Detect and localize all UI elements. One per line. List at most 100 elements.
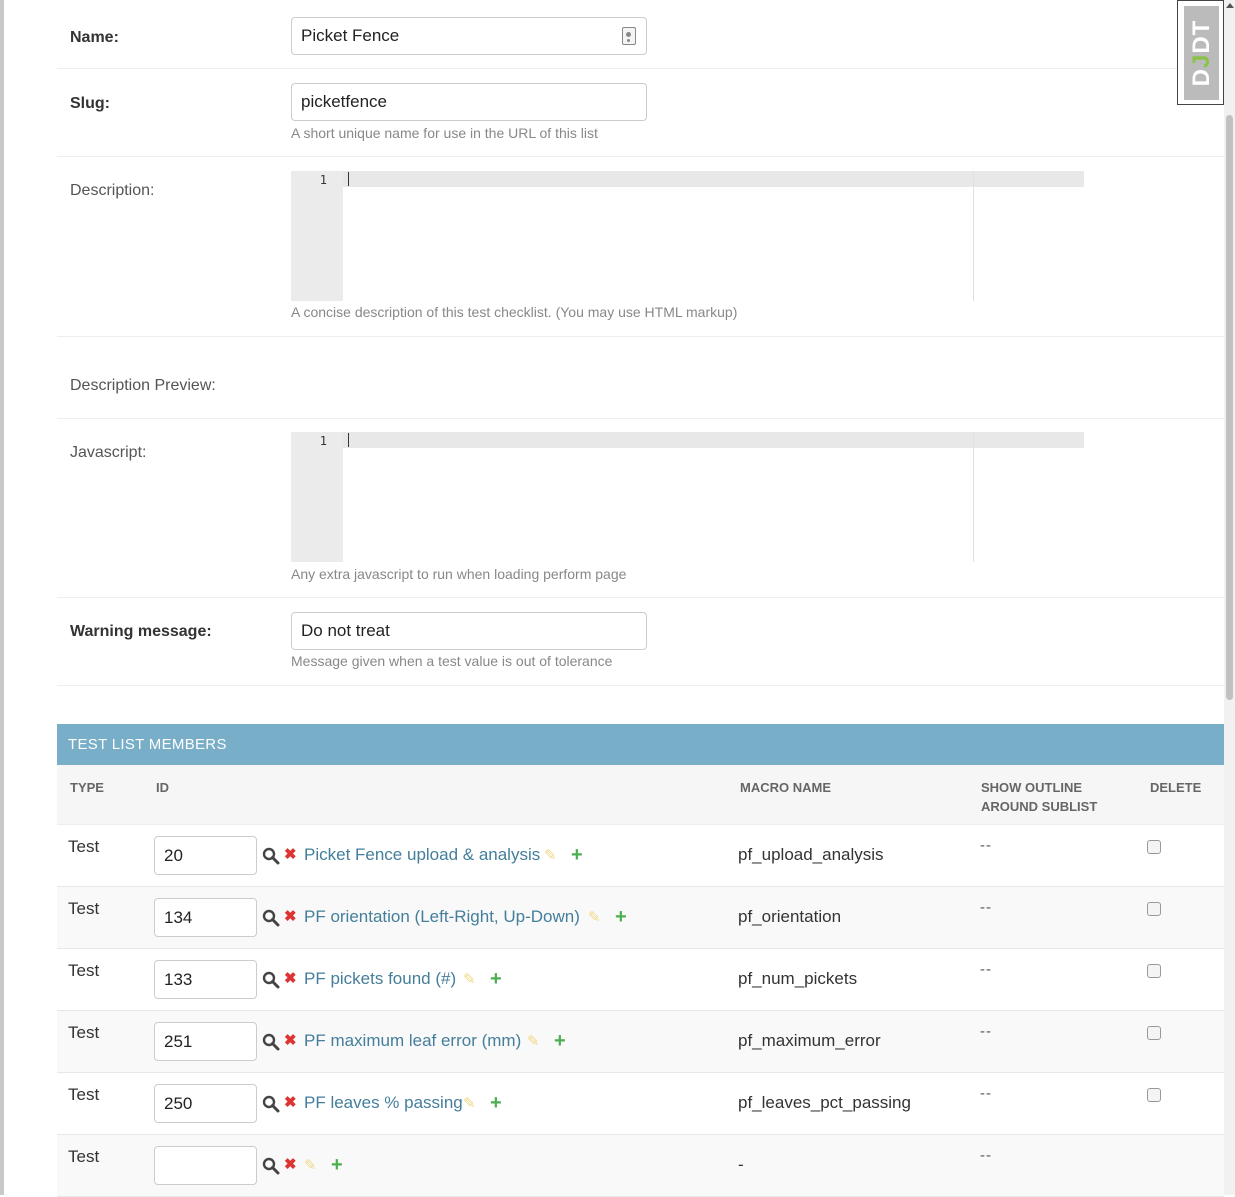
editor-cursor: [348, 433, 349, 447]
test-name-link[interactable]: PF maximum leaf error (mm): [304, 1031, 521, 1051]
x-icon[interactable]: ✖: [284, 845, 297, 865]
test-id-input[interactable]: [154, 960, 257, 999]
delete-checkbox[interactable]: [1147, 840, 1161, 854]
test-list-form: Name: Slug: A short unique name for use …: [57, 0, 1224, 686]
table-row: Test ✖ ✎ + - --: [57, 1135, 1224, 1197]
javascript-label: Javascript:: [70, 444, 147, 461]
django-debug-toolbar-handle[interactable]: DJDT: [1177, 0, 1224, 105]
show-outline-value: --: [980, 837, 992, 854]
field-row-description-preview: Description Preview:: [57, 337, 1224, 419]
column-type: TYPE: [70, 780, 104, 795]
macro-name: -: [738, 1155, 744, 1174]
magnifier-icon[interactable]: [262, 909, 280, 927]
column-macro-name: MACRO NAME: [740, 780, 831, 795]
table-row: Test ✖ PF pickets found (#) ✎ + pf_num_picket…: [57, 949, 1224, 1011]
macro-name: pf_upload_analysis: [738, 845, 884, 864]
pencil-icon[interactable]: ✎: [304, 1156, 317, 1176]
table-row: Test ✖ PF orientation (Left-Right, Up-Down…: [57, 887, 1224, 949]
plus-icon[interactable]: +: [490, 968, 502, 990]
test-name-link[interactable]: PF pickets found (#): [304, 969, 456, 989]
test-name-link[interactable]: PF orientation (Left-Right, Up-Down): [304, 907, 580, 927]
warning-message-input[interactable]: [291, 612, 647, 650]
plus-icon[interactable]: +: [571, 844, 583, 866]
test-id-input[interactable]: [154, 1022, 257, 1061]
x-icon[interactable]: ✖: [284, 969, 297, 989]
macro-name: pf_orientation: [738, 907, 842, 926]
name-label: Name:: [70, 29, 119, 46]
plus-icon[interactable]: +: [490, 1092, 502, 1114]
description-help: A concise description of this test check…: [291, 304, 738, 320]
magnifier-icon[interactable]: [262, 971, 280, 989]
magnifier-icon[interactable]: [262, 1095, 280, 1113]
editor-print-margin: [973, 171, 974, 301]
show-outline-value: --: [980, 1085, 992, 1102]
autofill-contact-icon[interactable]: [622, 27, 636, 45]
delete-checkbox[interactable]: [1147, 964, 1161, 978]
column-id: ID: [156, 780, 169, 795]
pencil-icon[interactable]: ✎: [463, 1094, 476, 1114]
magnifier-icon[interactable]: [262, 1157, 280, 1175]
test-list-members-inline: TEST LIST MEMBERS TYPE ID MACRO NAME SHO…: [57, 724, 1224, 1197]
plus-icon[interactable]: +: [554, 1030, 566, 1052]
scroll-up-arrow-icon[interactable]: [1226, 3, 1234, 8]
macro-name: pf_num_pickets: [738, 969, 858, 988]
line-number: 1: [319, 173, 327, 187]
x-icon[interactable]: ✖: [284, 907, 297, 927]
table-row: Test ✖ Picket Fence upload & analysis✎ + pf_…: [57, 825, 1224, 887]
test-id-input[interactable]: [154, 1084, 257, 1123]
inline-group-title: TEST LIST MEMBERS: [57, 724, 1224, 765]
table-row: Test ✖ PF leaves % passing✎ + pf_leaves_pct_…: [57, 1073, 1224, 1135]
delete-checkbox[interactable]: [1147, 1088, 1161, 1102]
name-input[interactable]: [291, 17, 647, 55]
djdt-label: DJDT: [1187, 19, 1215, 87]
plus-icon[interactable]: +: [615, 906, 627, 928]
plus-icon[interactable]: +: [331, 1154, 343, 1176]
window-edge: [0, 0, 4, 1195]
delete-checkbox[interactable]: [1147, 902, 1161, 916]
editor-gutter: 1: [291, 171, 343, 301]
field-row-javascript: Javascript: 1 Any extra javascript to ru…: [57, 419, 1224, 598]
row-type: Test: [68, 899, 100, 918]
field-row-description: Description: 1 A concise description of …: [57, 157, 1224, 337]
slug-label: Slug:: [70, 95, 110, 112]
djdt-badge: DJDT: [1184, 6, 1219, 100]
x-icon[interactable]: ✖: [284, 1155, 297, 1175]
delete-checkbox[interactable]: [1147, 1026, 1161, 1040]
pencil-icon[interactable]: ✎: [588, 908, 601, 928]
test-id-input[interactable]: [154, 836, 257, 875]
row-type: Test: [68, 837, 100, 856]
warning-message-help: Message given when a test value is out o…: [291, 653, 613, 669]
magnifier-icon[interactable]: [262, 847, 280, 865]
description-preview-label: Description Preview:: [70, 377, 216, 394]
slug-help: A short unique name for use in the URL o…: [291, 125, 598, 141]
x-icon[interactable]: ✖: [284, 1093, 297, 1113]
test-name-link[interactable]: Picket Fence upload & analysis: [304, 845, 540, 865]
row-type: Test: [68, 1085, 100, 1104]
row-type: Test: [68, 1147, 100, 1166]
field-row-slug: Slug: A short unique name for use in the…: [57, 69, 1224, 157]
magnifier-icon[interactable]: [262, 1033, 280, 1051]
editor-cursor: [348, 172, 349, 186]
warning-message-label: Warning message:: [70, 623, 212, 640]
test-name-link[interactable]: PF leaves % passing: [304, 1093, 463, 1113]
x-icon[interactable]: ✖: [284, 1031, 297, 1051]
pencil-icon[interactable]: ✎: [463, 970, 476, 990]
column-show-outline: SHOW OUTLINE AROUND SUBLIST: [981, 780, 1098, 814]
javascript-code-editor[interactable]: 1: [291, 432, 1084, 562]
description-code-editor[interactable]: 1: [291, 171, 1084, 301]
inline-rows: Test✖Picket Fence upload & analysis✎+pf_…: [57, 825, 1224, 1197]
pencil-icon[interactable]: ✎: [527, 1032, 540, 1052]
pencil-icon[interactable]: ✎: [544, 846, 557, 866]
table-row: Test ✖ PF maximum leaf error (mm) ✎ + pf_maxi…: [57, 1011, 1224, 1073]
test-id-input[interactable]: [154, 898, 257, 937]
scrollbar-thumb[interactable]: [1226, 115, 1233, 700]
macro-name: pf_maximum_error: [738, 1031, 881, 1050]
slug-input[interactable]: [291, 83, 647, 121]
vertical-scrollbar[interactable]: [1224, 0, 1235, 1195]
editor-print-margin: [973, 432, 974, 562]
show-outline-value: --: [980, 899, 992, 916]
javascript-help: Any extra javascript to run when loading…: [291, 566, 627, 582]
macro-name: pf_leaves_pct_passing: [738, 1093, 911, 1112]
test-id-input[interactable]: [154, 1146, 257, 1185]
description-label: Description:: [70, 182, 155, 199]
